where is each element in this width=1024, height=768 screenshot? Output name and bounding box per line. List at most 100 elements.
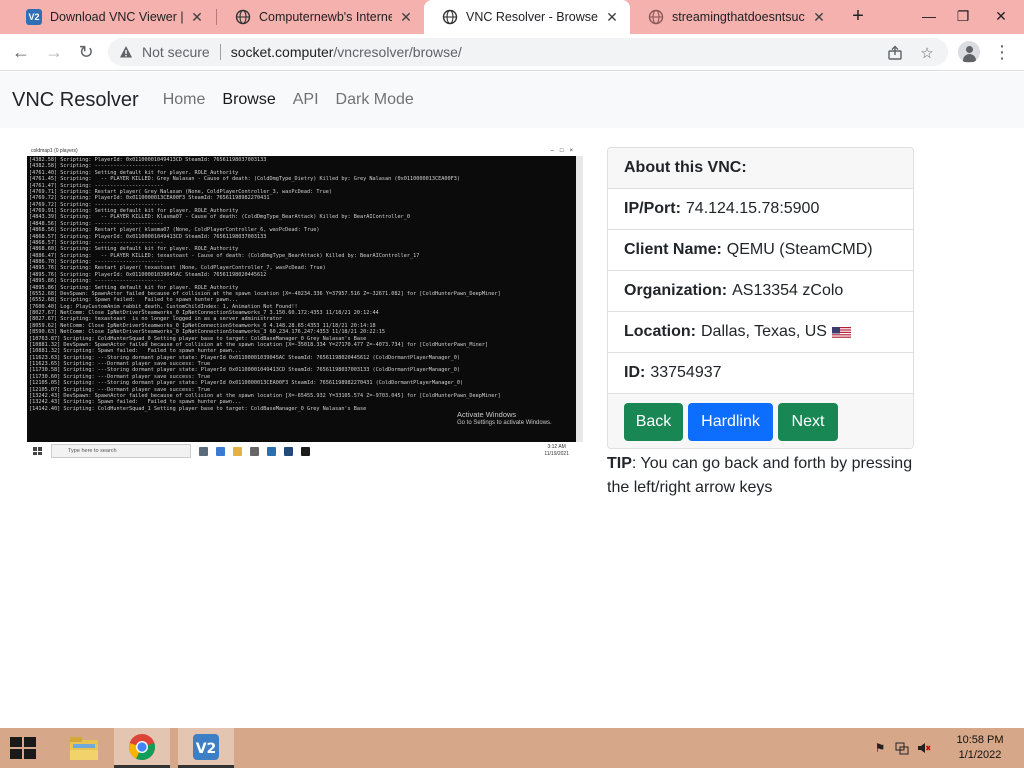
mail-icon: [267, 446, 276, 456]
edge-icon: [216, 446, 225, 456]
folder-icon: [233, 446, 242, 456]
location-value: Dallas, Texas, US: [701, 323, 827, 340]
url-path: /vncresolver/browse/: [333, 44, 462, 60]
store-icon: [250, 446, 259, 456]
remote-search-box: Type here to search: [51, 444, 191, 458]
watermark-subtitle: Go to Settings to activate Windows.: [457, 420, 552, 426]
site-navbar: VNC Resolver Home Browse API Dark Mode: [0, 72, 1024, 128]
next-button[interactable]: Next: [778, 402, 838, 441]
close-tab-icon[interactable]: ✕: [189, 9, 205, 26]
clock-date: 1/1/2022: [958, 749, 1002, 761]
watermark-title: Activate Windows: [457, 410, 517, 419]
location-label: Location:: [624, 323, 696, 340]
network-icon[interactable]: [894, 740, 910, 756]
system-clock[interactable]: 10:58 PM 1/1/2022: [948, 733, 1012, 763]
tab-download-vnc-viewer[interactable]: V2 Download VNC Viewer | VNC ✕: [8, 0, 215, 34]
clock-time: 10:58 PM: [956, 734, 1004, 746]
minimize-button[interactable]: —: [912, 0, 946, 34]
id-label: ID:: [624, 364, 646, 381]
nav-browse[interactable]: Browse: [222, 91, 275, 109]
tab-title: Download VNC Viewer | VNC: [50, 10, 183, 24]
vnc-icon: V2: [26, 9, 42, 25]
restore-button[interactable]: ❐: [946, 0, 980, 34]
start-button[interactable]: [6, 735, 40, 761]
tab-title: Computernewb's Internet M: [259, 10, 392, 24]
tip-body: : You can go back and forth by pressing …: [607, 455, 913, 496]
id-row: ID: 33754937: [608, 353, 913, 394]
url-host: socket.computer: [230, 44, 334, 60]
windows-logo-icon: [10, 737, 36, 759]
remote-clock-date: 11/19/2021: [544, 450, 569, 457]
console-app-icon: [301, 446, 310, 456]
ip-port-label: IP/Port:: [624, 200, 681, 217]
console-titlebar: coldmap1 (0 players) –□×: [27, 147, 583, 156]
globe-icon: [442, 9, 458, 25]
client-name-label: Client Name:: [624, 241, 722, 258]
windows-start-icon: [33, 447, 42, 455]
share-icon[interactable]: [886, 44, 904, 62]
hardlink-button[interactable]: Hardlink: [688, 402, 773, 441]
console-window-title: coldmap1 (0 players): [31, 148, 78, 154]
nav-api[interactable]: API: [293, 91, 319, 109]
system-tray: ⚑: [872, 740, 932, 756]
ip-port-value: 74.124.15.78:5900: [685, 200, 820, 217]
client-name-value: QEMU (SteamCMD): [726, 241, 873, 258]
organization-label: Organization:: [624, 282, 728, 299]
us-flag-icon: [831, 326, 851, 339]
chrome-icon[interactable]: [114, 728, 170, 768]
flag-notification-icon[interactable]: ⚑: [872, 740, 888, 756]
forward-arrow-icon[interactable]: →: [42, 40, 66, 64]
address-bar[interactable]: Not secure socket.computer/vncresolver/b…: [108, 38, 948, 66]
address-bar-actions: ☆: [886, 44, 936, 62]
close-tab-icon[interactable]: ✕: [811, 9, 827, 26]
tab-vnc-resolver-browse[interactable]: VNC Resolver - Browse ✕: [424, 0, 630, 34]
ip-port-row: IP/Port: 74.124.15.78:5900: [608, 189, 913, 230]
svg-text:V2: V2: [196, 741, 217, 757]
about-vnc-card: About this VNC: IP/Port: 74.124.15.78:59…: [607, 147, 914, 449]
console-log: [4382.58] Scripting: PlayerId: 0x0110000…: [29, 157, 575, 439]
globe-icon: [648, 9, 664, 25]
client-name-row: Client Name: QEMU (SteamCMD): [608, 230, 913, 271]
nav-dark-mode[interactable]: Dark Mode: [336, 91, 414, 109]
tip-text: TIP: You can go back and forth by pressi…: [607, 452, 917, 500]
tip-label: TIP: [607, 455, 632, 472]
tab-title: VNC Resolver - Browse: [466, 10, 598, 24]
globe-icon: [235, 9, 251, 25]
remote-clock: 3:12 AM 11/19/2021: [544, 444, 569, 457]
warning-icon[interactable]: [118, 44, 134, 60]
tab-streaming[interactable]: streamingthatdoesntsuck.c ✕: [630, 0, 837, 34]
console-scrollbar: [576, 156, 583, 442]
reload-icon[interactable]: ↻: [74, 40, 98, 64]
volume-muted-icon[interactable]: [916, 740, 932, 756]
vnc-screenshot: coldmap1 (0 players) –□× [4382.58] Scrip…: [27, 147, 583, 460]
tab-computernewb[interactable]: Computernewb's Internet M ✕: [217, 0, 424, 34]
file-explorer-icon[interactable]: [56, 728, 112, 768]
activate-windows-watermark: Activate Windows Go to Settings to activ…: [457, 410, 552, 428]
about-card-header: About this VNC:: [608, 148, 913, 189]
nav-home[interactable]: Home: [163, 91, 206, 109]
bookmark-star-icon[interactable]: ☆: [918, 44, 936, 62]
about-card-footer: Back Hardlink Next: [608, 394, 913, 448]
browser-tab-strip: V2 Download VNC Viewer | VNC ✕ Computern…: [0, 0, 1024, 34]
back-button[interactable]: Back: [624, 402, 683, 441]
id-value: 33754937: [650, 364, 722, 381]
not-secure-label[interactable]: Not secure: [142, 44, 210, 60]
browser-toolbar: ← → ↻ Not secure socket.computer/vncreso…: [0, 34, 1024, 71]
steam-icon: [284, 446, 293, 456]
close-window-button[interactable]: ✕: [984, 0, 1018, 34]
profile-avatar-icon[interactable]: [958, 41, 980, 63]
remote-taskbar: Type here to search 3:12 AM 11/19/2021: [27, 442, 583, 460]
organization-value: AS13354 zColo: [732, 282, 844, 299]
url-divider: [219, 44, 221, 60]
close-tab-icon[interactable]: ✕: [604, 9, 620, 26]
tab-title: streamingthatdoesntsuck.c: [672, 10, 805, 24]
back-arrow-icon[interactable]: ←: [9, 40, 33, 64]
site-brand[interactable]: VNC Resolver: [12, 89, 139, 112]
remote-clock-time: 3:12 AM: [547, 444, 566, 450]
new-tab-button[interactable]: +: [846, 4, 870, 28]
vnc-viewer-icon[interactable]: V2: [178, 728, 234, 768]
menu-kebab-icon[interactable]: ⋮: [992, 40, 1012, 64]
task-view-icon: [199, 446, 208, 456]
close-tab-icon[interactable]: ✕: [398, 9, 414, 26]
windows-taskbar: V2 ⚑ 10:58 PM 1/1/2022: [0, 728, 1024, 768]
